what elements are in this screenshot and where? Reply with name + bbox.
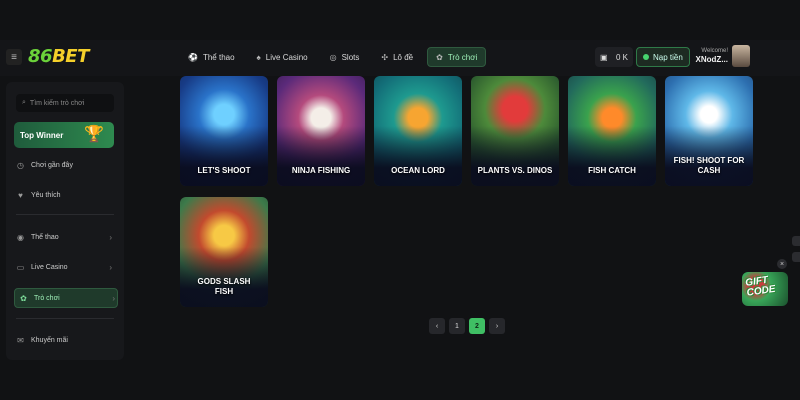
sidebar-item-sports[interactable]: ◉ Thể thao › <box>16 228 114 246</box>
avatar[interactable] <box>732 45 750 67</box>
ball-icon: ◉ <box>17 232 24 242</box>
search-icon: ⌕ <box>22 99 26 106</box>
nav-lottery[interactable]: ✣ Lô đề <box>373 47 421 67</box>
balance-value: 0 K <box>615 52 628 62</box>
user-greeting: Welcome! XNodZ... <box>692 48 728 64</box>
game-title: FISH! SHOOT FOR CASH <box>673 156 745 175</box>
sidebar-item-label: Yêu thích <box>31 191 61 199</box>
search-placeholder: Tìm kiếm trò chơi <box>29 99 85 107</box>
sidebar-item-label: Khuyến mãi <box>31 336 68 344</box>
chevron-right-icon: › <box>109 232 112 242</box>
page-button[interactable]: 1 <box>449 318 465 334</box>
side-float-tab[interactable] <box>792 236 800 246</box>
nav-label: Slots <box>341 52 360 62</box>
pagination: ‹ 1 2 › <box>429 318 505 334</box>
wallet-balance[interactable]: ▣ 0 K <box>595 47 633 67</box>
nav-label: Trò chơi <box>447 52 478 62</box>
game-card[interactable]: NINJA FISHING <box>277 76 365 186</box>
game-title: LET'S SHOOT <box>197 166 251 175</box>
wallet-icon: ▣ <box>600 52 608 62</box>
close-icon[interactable]: × <box>777 259 787 269</box>
divider <box>16 318 114 319</box>
slot-icon: ◎ <box>329 52 337 62</box>
logo-text: BET <box>52 46 89 67</box>
gift-code-button[interactable]: GIFT CODE <box>742 272 788 306</box>
chevron-right-icon: › <box>112 293 115 303</box>
search-input[interactable]: ⌕ Tìm kiếm trò chơi <box>16 94 114 112</box>
sidebar: ⌕ Tìm kiếm trò chơi Top Winner 🏆 ◷ Chơi gần… <box>6 82 124 360</box>
game-title: OCEAN LORD <box>391 166 445 175</box>
main-nav: ⚽ Thể thao ♠ Live Casino ◎ Slots ✣ Lô đề ✿ Tr… <box>180 47 487 67</box>
card-icon: ▭ <box>16 262 25 272</box>
ball-icon: ⚽ <box>188 52 198 62</box>
sidebar-item-live-casino[interactable]: ▭ Live Casino › <box>16 258 114 276</box>
nav-slots[interactable]: ◎ Slots <box>322 47 368 67</box>
side-float-tab[interactable] <box>792 252 800 262</box>
welcome-label: Welcome! <box>701 48 728 54</box>
game-title: NINJA FISHING <box>291 166 351 175</box>
sidebar-item-recent[interactable]: ◷ Chơi gần đây <box>16 156 114 174</box>
sidebar-item-label: Live Casino <box>31 263 68 271</box>
game-card[interactable]: LET'S SHOOT <box>180 76 268 186</box>
gamepad-icon: ✿ <box>436 52 443 62</box>
nav-label: Live Casino <box>265 52 308 62</box>
nav-live-casino[interactable]: ♠ Live Casino <box>249 47 316 67</box>
deposit-label: Nạp tiền <box>653 52 683 62</box>
chevron-right-icon: › <box>109 262 112 272</box>
nav-sports[interactable]: ⚽ Thể thao <box>180 47 243 67</box>
page: ≡ 86BET ⚽ Thể thao ♠ Live Casino ◎ Slots ✣ L… <box>0 0 800 400</box>
game-card[interactable]: FISH CATCH <box>568 76 656 186</box>
deposit-icon <box>643 54 649 60</box>
game-title: PLANTS VS. DINOS <box>477 166 553 175</box>
nav-label: Lô đề <box>393 52 414 62</box>
clock-icon: ◷ <box>17 160 24 170</box>
gamepad-icon: ✿ <box>20 293 27 303</box>
page-button-current[interactable]: 2 <box>469 318 485 334</box>
sidebar-item-games[interactable]: ✿ Trò chơi › <box>14 288 118 308</box>
sidebar-item-promotions[interactable]: ✉ Khuyến mãi <box>16 331 114 349</box>
top-winner-banner[interactable]: Top Winner 🏆 <box>14 122 114 148</box>
dice-icon: ✣ <box>381 52 389 62</box>
logo[interactable]: 86BET <box>28 46 89 67</box>
logo-number: 8 <box>28 46 41 67</box>
game-card[interactable]: PLANTS VS. DINOS <box>471 76 559 186</box>
game-card[interactable]: FISH! SHOOT FOR CASH <box>665 76 753 186</box>
nav-label: Thể thao <box>202 52 235 62</box>
heart-icon: ♥ <box>18 190 23 200</box>
game-title: GODS SLASH FISH <box>197 277 251 296</box>
username: XNodZ... <box>695 55 728 64</box>
sidebar-item-label: Thể thao <box>31 233 59 241</box>
game-card[interactable]: OCEAN LORD <box>374 76 462 186</box>
trophy-icon: 🏆 <box>84 126 104 143</box>
gift-icon: ✉ <box>17 335 24 345</box>
menu-icon[interactable]: ≡ <box>6 49 22 65</box>
game-card[interactable]: GODS SLASH FISH <box>180 197 268 307</box>
deposit-button[interactable]: Nạp tiền <box>636 47 690 67</box>
card-icon: ♠ <box>256 52 261 62</box>
game-title: FISH CATCH <box>588 166 636 175</box>
next-page-button[interactable]: › <box>489 318 505 334</box>
sidebar-item-label: Chơi gần đây <box>31 161 73 169</box>
top-winner-label: Top Winner <box>20 130 64 140</box>
sidebar-item-favorites[interactable]: ♥ Yêu thích <box>16 186 114 204</box>
divider <box>16 214 114 215</box>
nav-games[interactable]: ✿ Trò chơi <box>427 47 487 67</box>
prev-page-button[interactable]: ‹ <box>429 318 445 334</box>
sidebar-item-label: Trò chơi <box>34 294 60 302</box>
